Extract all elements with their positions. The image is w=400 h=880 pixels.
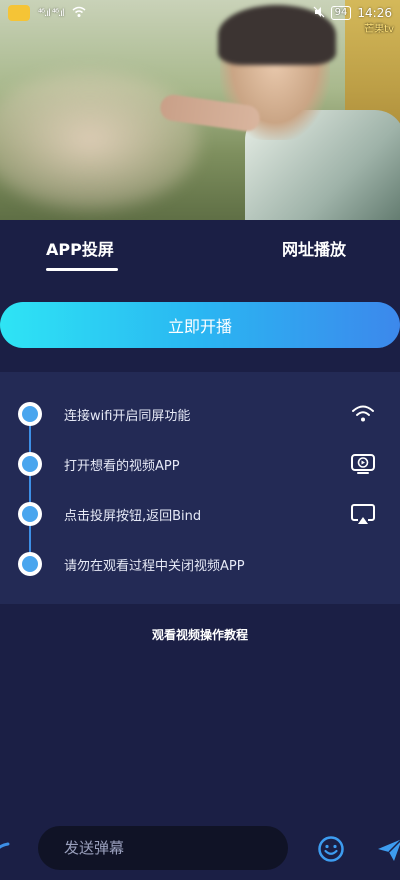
wifi-icon <box>350 403 376 425</box>
instructions-panel: 连接wifi开启同屏功能 打开想看的视频APP 点击投屏按钮,返回Bind 请勿… <box>0 372 400 604</box>
wifi-status-icon <box>72 6 86 21</box>
tutorial-link[interactable]: 观看视频操作教程 <box>0 626 400 643</box>
active-tab-indicator <box>46 268 118 271</box>
step-item: 打开想看的视频APP <box>0 449 400 479</box>
tv-play-icon <box>350 453 376 475</box>
video-player[interactable] <box>0 0 400 220</box>
send-icon[interactable] <box>376 836 400 864</box>
step-dot <box>18 502 42 526</box>
step-text: 点击投屏按钮,返回Bind <box>64 508 202 524</box>
step-text: 连接wifi开启同屏功能 <box>64 408 191 424</box>
step-text: 请勿在观看过程中关闭视频APP <box>64 558 245 574</box>
emoji-icon[interactable] <box>317 835 345 863</box>
video-frame-blur <box>0 70 200 210</box>
step-item: 点击投屏按钮,返回Bind <box>0 499 400 529</box>
step-dot <box>18 402 42 426</box>
danmu-input[interactable] <box>38 826 288 870</box>
bottom-bar <box>0 820 400 880</box>
step-item: 请勿在观看过程中关闭视频APP <box>0 549 400 579</box>
channel-watermark: 芒果tv <box>364 24 394 35</box>
app-notification-icon <box>8 5 30 21</box>
step-item: 连接wifi开启同屏功能 <box>0 399 400 429</box>
status-bar: ⁴⁶.ıl ⁴⁶.ıl 94 14:26 <box>0 0 400 26</box>
timeline-line <box>29 414 31 564</box>
mute-icon <box>313 6 325 21</box>
tab-app-cast[interactable]: APP投屏 <box>46 236 114 260</box>
step-dot <box>18 452 42 476</box>
start-broadcast-button[interactable]: 立即开播 <box>0 302 400 348</box>
step-text: 打开想看的视频APP <box>64 458 180 474</box>
share-icon[interactable] <box>0 838 12 858</box>
step-dot <box>18 552 42 576</box>
battery-indicator: 94 <box>330 6 352 20</box>
clock: 14:26 <box>357 6 392 20</box>
signal-indicator: ⁴⁶.ıl ⁴⁶.ıl <box>38 7 65 19</box>
cast-icon <box>350 503 376 525</box>
tab-url-play[interactable]: 网址播放 <box>282 236 346 260</box>
tab-bar: APP投屏 网址播放 <box>0 220 400 276</box>
